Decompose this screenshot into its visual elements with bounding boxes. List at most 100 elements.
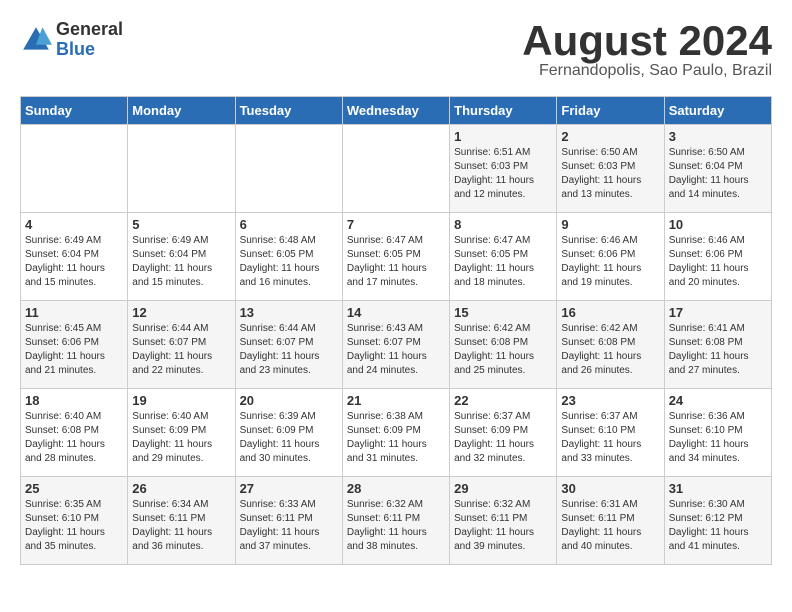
day-number: 7 bbox=[347, 217, 445, 232]
calendar-week-1: 1 Sunrise: 6:51 AMSunset: 6:03 PMDaylight… bbox=[21, 125, 772, 213]
month-title: August 2024 bbox=[522, 20, 772, 62]
calendar-day-cell: 29Sunrise: 6:32 AMSunset: 6:11 PMDayligh… bbox=[450, 477, 557, 565]
day-number: 25 bbox=[25, 481, 123, 496]
logo-icon bbox=[20, 24, 52, 56]
day-number: 14 bbox=[347, 305, 445, 320]
calendar-table: SundayMondayTuesdayWednesdayThursdayFrid… bbox=[20, 96, 772, 565]
day-info: Sunrise: 6:35 AMSunset: 6:10 PMDaylight:… bbox=[25, 498, 123, 554]
day-number: 6 bbox=[240, 217, 338, 232]
day-info: Sunrise: 6:39 AMSunset: 6:09 PMDaylight:… bbox=[240, 410, 338, 466]
calendar-day-cell: 24 Sunrise: 6:36 AMSunset: 6:10 PMDayligh… bbox=[664, 389, 771, 477]
calendar-day-cell bbox=[342, 125, 449, 213]
day-number: 5 bbox=[132, 217, 230, 232]
day-number: 3 bbox=[669, 129, 767, 144]
day-number: 15 bbox=[454, 305, 552, 320]
day-info: Sunrise: 6:41 AMSunset: 6:08 PMDaylight:… bbox=[669, 322, 767, 378]
page-header: General Blue August 2024 Fernandopolis, … bbox=[20, 20, 772, 80]
calendar-day-cell: 11 Sunrise: 6:45 AMSunset: 6:06 PMDayligh… bbox=[21, 301, 128, 389]
weekday-header-friday: Friday bbox=[557, 97, 664, 125]
weekday-header-tuesday: Tuesday bbox=[235, 97, 342, 125]
calendar-day-cell: 14 Sunrise: 6:43 AMSunset: 6:07 PMDayligh… bbox=[342, 301, 449, 389]
calendar-day-cell: 19 Sunrise: 6:40 AMSunset: 6:09 PMDayligh… bbox=[128, 389, 235, 477]
day-number: 16 bbox=[561, 305, 659, 320]
day-number: 2 bbox=[561, 129, 659, 144]
day-number: 27 bbox=[240, 481, 338, 496]
day-info: Sunrise: 6:49 AMSunset: 6:04 PMDaylight:… bbox=[25, 234, 123, 290]
calendar-week-3: 11 Sunrise: 6:45 AMSunset: 6:06 PMDayligh… bbox=[21, 301, 772, 389]
calendar-day-cell: 3 Sunrise: 6:50 AMSunset: 6:04 PMDaylight… bbox=[664, 125, 771, 213]
day-number: 20 bbox=[240, 393, 338, 408]
weekday-header-saturday: Saturday bbox=[664, 97, 771, 125]
day-number: 31 bbox=[669, 481, 767, 496]
calendar-day-cell: 8 Sunrise: 6:47 AMSunset: 6:05 PMDaylight… bbox=[450, 213, 557, 301]
day-info: Sunrise: 6:40 AMSunset: 6:09 PMDaylight:… bbox=[132, 410, 230, 466]
calendar-day-cell: 6 Sunrise: 6:48 AMSunset: 6:05 PMDaylight… bbox=[235, 213, 342, 301]
day-info: Sunrise: 6:48 AMSunset: 6:05 PMDaylight:… bbox=[240, 234, 338, 290]
day-info: Sunrise: 6:46 AMSunset: 6:06 PMDaylight:… bbox=[669, 234, 767, 290]
calendar-header: SundayMondayTuesdayWednesdayThursdayFrid… bbox=[21, 97, 772, 125]
logo-text: General Blue bbox=[56, 20, 123, 60]
day-info: Sunrise: 6:38 AMSunset: 6:09 PMDaylight:… bbox=[347, 410, 445, 466]
calendar-day-cell: 22Sunrise: 6:37 AMSunset: 6:09 PMDayligh… bbox=[450, 389, 557, 477]
day-number: 30 bbox=[561, 481, 659, 496]
calendar-day-cell: 25 Sunrise: 6:35 AMSunset: 6:10 PMDayligh… bbox=[21, 477, 128, 565]
calendar-day-cell: 27 Sunrise: 6:33 AMSunset: 6:11 PMDayligh… bbox=[235, 477, 342, 565]
calendar-day-cell bbox=[235, 125, 342, 213]
day-info: Sunrise: 6:45 AMSunset: 6:06 PMDaylight:… bbox=[25, 322, 123, 378]
day-info: Sunrise: 6:40 AMSunset: 6:08 PMDaylight:… bbox=[25, 410, 123, 466]
day-info: Sunrise: 6:30 AMSunset: 6:12 PMDaylight:… bbox=[669, 498, 767, 554]
day-info: Sunrise: 6:34 AMSunset: 6:11 PMDaylight:… bbox=[132, 498, 230, 554]
calendar-day-cell: 26Sunrise: 6:34 AMSunset: 6:11 PMDayligh… bbox=[128, 477, 235, 565]
day-number: 12 bbox=[132, 305, 230, 320]
day-number: 18 bbox=[25, 393, 123, 408]
calendar-day-cell: 4 Sunrise: 6:49 AMSunset: 6:04 PMDaylight… bbox=[21, 213, 128, 301]
calendar-day-cell: 17Sunrise: 6:41 AMSunset: 6:08 PMDayligh… bbox=[664, 301, 771, 389]
location: Fernandopolis, Sao Paulo, Brazil bbox=[522, 62, 772, 80]
weekday-header-sunday: Sunday bbox=[21, 97, 128, 125]
day-number: 24 bbox=[669, 393, 767, 408]
day-number: 22 bbox=[454, 393, 552, 408]
weekday-header-thursday: Thursday bbox=[450, 97, 557, 125]
calendar-day-cell: 9Sunrise: 6:46 AMSunset: 6:06 PMDaylight… bbox=[557, 213, 664, 301]
day-info: Sunrise: 6:43 AMSunset: 6:07 PMDaylight:… bbox=[347, 322, 445, 378]
title-block: August 2024 Fernandopolis, Sao Paulo, Br… bbox=[522, 20, 772, 80]
day-number: 13 bbox=[240, 305, 338, 320]
calendar-week-4: 18 Sunrise: 6:40 AMSunset: 6:08 PMDayligh… bbox=[21, 389, 772, 477]
weekday-header-monday: Monday bbox=[128, 97, 235, 125]
weekday-header-row: SundayMondayTuesdayWednesdayThursdayFrid… bbox=[21, 97, 772, 125]
day-number: 4 bbox=[25, 217, 123, 232]
calendar-day-cell: 1 Sunrise: 6:51 AMSunset: 6:03 PMDaylight… bbox=[450, 125, 557, 213]
day-number: 19 bbox=[132, 393, 230, 408]
calendar-day-cell: 15Sunrise: 6:42 AMSunset: 6:08 PMDayligh… bbox=[450, 301, 557, 389]
day-number: 23 bbox=[561, 393, 659, 408]
calendar-day-cell: 18 Sunrise: 6:40 AMSunset: 6:08 PMDayligh… bbox=[21, 389, 128, 477]
day-info: Sunrise: 6:50 AMSunset: 6:04 PMDaylight:… bbox=[669, 146, 767, 202]
calendar-day-cell: 7Sunrise: 6:47 AMSunset: 6:05 PMDaylight… bbox=[342, 213, 449, 301]
calendar-day-cell: 12 Sunrise: 6:44 AMSunset: 6:07 PMDayligh… bbox=[128, 301, 235, 389]
calendar-day-cell: 10 Sunrise: 6:46 AMSunset: 6:06 PMDayligh… bbox=[664, 213, 771, 301]
calendar-body: 1 Sunrise: 6:51 AMSunset: 6:03 PMDaylight… bbox=[21, 125, 772, 565]
day-info: Sunrise: 6:47 AMSunset: 6:05 PMDaylight:… bbox=[454, 234, 552, 290]
day-number: 10 bbox=[669, 217, 767, 232]
calendar-day-cell: 31 Sunrise: 6:30 AMSunset: 6:12 PMDayligh… bbox=[664, 477, 771, 565]
calendar-week-5: 25 Sunrise: 6:35 AMSunset: 6:10 PMDayligh… bbox=[21, 477, 772, 565]
logo: General Blue bbox=[20, 20, 123, 60]
day-info: Sunrise: 6:36 AMSunset: 6:10 PMDaylight:… bbox=[669, 410, 767, 466]
calendar-day-cell bbox=[21, 125, 128, 213]
day-info: Sunrise: 6:33 AMSunset: 6:11 PMDaylight:… bbox=[240, 498, 338, 554]
day-number: 1 bbox=[454, 129, 552, 144]
calendar-day-cell: 21 Sunrise: 6:38 AMSunset: 6:09 PMDayligh… bbox=[342, 389, 449, 477]
day-info: Sunrise: 6:44 AMSunset: 6:07 PMDaylight:… bbox=[132, 322, 230, 378]
day-number: 8 bbox=[454, 217, 552, 232]
day-info: Sunrise: 6:42 AMSunset: 6:08 PMDaylight:… bbox=[561, 322, 659, 378]
calendar-day-cell: 2Sunrise: 6:50 AMSunset: 6:03 PMDaylight… bbox=[557, 125, 664, 213]
calendar-day-cell: 28Sunrise: 6:32 AMSunset: 6:11 PMDayligh… bbox=[342, 477, 449, 565]
day-number: 21 bbox=[347, 393, 445, 408]
day-info: Sunrise: 6:31 AMSunset: 6:11 PMDaylight:… bbox=[561, 498, 659, 554]
calendar-day-cell: 23Sunrise: 6:37 AMSunset: 6:10 PMDayligh… bbox=[557, 389, 664, 477]
day-info: Sunrise: 6:46 AMSunset: 6:06 PMDaylight:… bbox=[561, 234, 659, 290]
calendar-day-cell: 5Sunrise: 6:49 AMSunset: 6:04 PMDaylight… bbox=[128, 213, 235, 301]
day-number: 11 bbox=[25, 305, 123, 320]
day-info: Sunrise: 6:32 AMSunset: 6:11 PMDaylight:… bbox=[454, 498, 552, 554]
day-info: Sunrise: 6:51 AMSunset: 6:03 PMDaylight:… bbox=[454, 146, 552, 202]
